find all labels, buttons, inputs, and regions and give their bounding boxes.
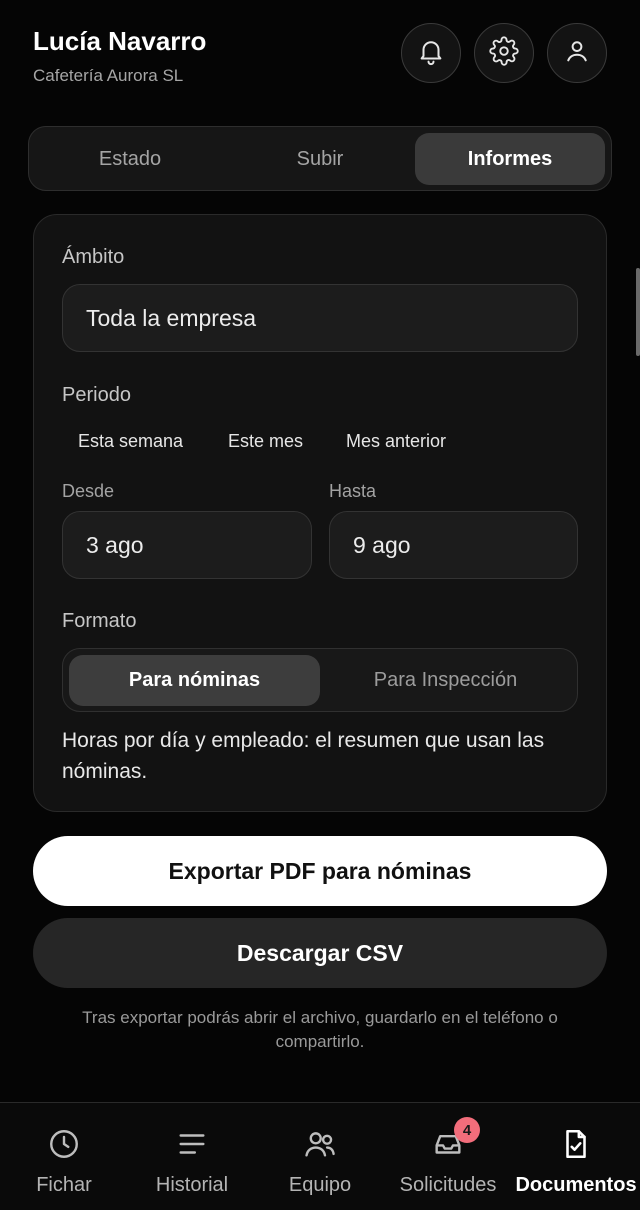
nav-item-documentos[interactable]: Documentos <box>512 1103 640 1210</box>
period-option-this-week[interactable]: Esta semana <box>78 431 183 452</box>
nav-item-solicitudes[interactable]: 4 Solicitudes <box>384 1103 512 1210</box>
format-toggle: Para nóminas Para Inspección <box>62 648 578 712</box>
tab-informes[interactable]: Informes <box>415 133 605 185</box>
scrollbar[interactable] <box>636 268 640 356</box>
nav-label: Historial <box>155 1174 229 1196</box>
scope-select[interactable]: Toda la empresa <box>62 284 578 352</box>
nav-label: Solicitudes <box>399 1174 497 1196</box>
company-name: Cafetería Aurora SL <box>33 66 184 85</box>
format-label: Formato <box>62 610 137 632</box>
user-icon <box>562 36 592 71</box>
app-header: Lucía Navarro Cafetería Aurora SL <box>0 0 640 110</box>
list-icon <box>175 1127 209 1161</box>
from-label: Desde <box>62 481 115 501</box>
to-date-field[interactable]: 9 ago <box>329 511 578 579</box>
clock-icon <box>47 1127 81 1161</box>
bottom-nav: Fichar Historial Equipo 4 Solicitudes Do… <box>0 1102 640 1210</box>
export-hint: Tras exportar podrás abrir el archivo, g… <box>82 1008 558 1051</box>
section-tabs: Estado Subir Informes <box>28 126 612 191</box>
nav-label: Equipo <box>288 1174 352 1196</box>
settings-button[interactable] <box>474 23 534 83</box>
tab-estado[interactable]: Estado <box>35 133 225 185</box>
user-name: Lucía Navarro <box>33 26 207 56</box>
scope-label: Ámbito <box>62 246 125 268</box>
bell-icon <box>416 36 446 71</box>
from-date-field[interactable]: 3 ago <box>62 511 312 579</box>
format-description: Horas por día y empleado: el resumen que… <box>62 729 545 783</box>
document-check-icon <box>559 1127 593 1161</box>
inbox-icon: 4 <box>431 1117 480 1161</box>
period-option-last-month[interactable]: Mes anterior <box>346 431 446 452</box>
period-option-this-month[interactable]: Este mes <box>228 431 303 452</box>
export-pdf-button[interactable]: Exportar PDF para nóminas <box>33 836 607 906</box>
nav-label: Fichar <box>36 1174 92 1196</box>
gear-icon <box>489 35 519 71</box>
format-option-inspection[interactable]: Para Inspección <box>320 655 571 706</box>
nav-item-historial[interactable]: Historial <box>128 1103 256 1210</box>
period-label: Periodo <box>62 384 131 406</box>
report-settings-card: Ámbito Toda la empresa Periodo Esta sema… <box>33 214 607 812</box>
to-label: Hasta <box>329 481 377 501</box>
team-icon <box>303 1127 337 1161</box>
notifications-button[interactable] <box>401 23 461 83</box>
download-csv-button[interactable]: Descargar CSV <box>33 918 607 988</box>
nav-item-equipo[interactable]: Equipo <box>256 1103 384 1210</box>
format-option-payroll[interactable]: Para nóminas <box>69 655 320 706</box>
tab-subir[interactable]: Subir <box>225 133 415 185</box>
nav-item-fichar[interactable]: Fichar <box>0 1103 128 1210</box>
nav-label: Documentos <box>515 1174 637 1196</box>
notification-badge: 4 <box>454 1117 480 1143</box>
profile-button[interactable] <box>547 23 607 83</box>
